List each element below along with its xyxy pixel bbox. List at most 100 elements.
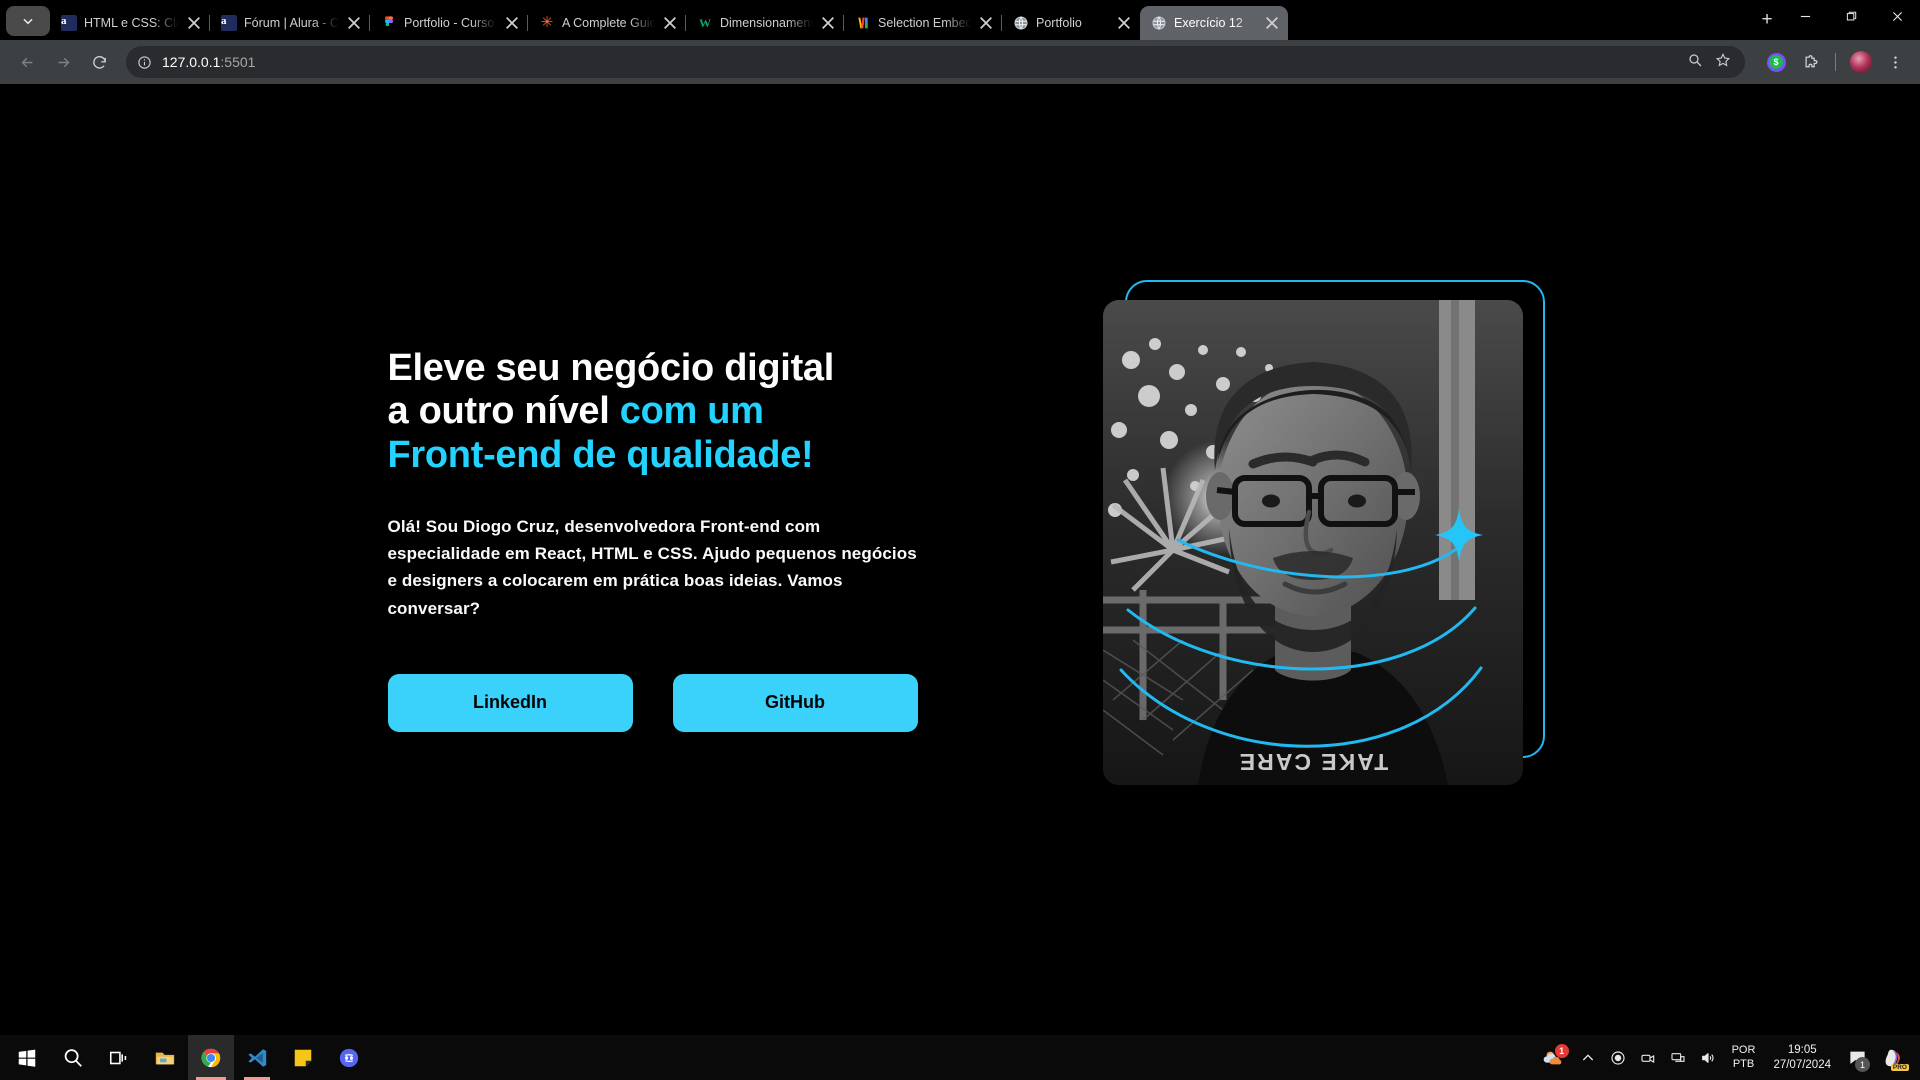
volume-icon	[1701, 1052, 1714, 1063]
reload-button[interactable]	[82, 45, 116, 79]
url-port: :5501	[220, 54, 256, 70]
close-window-button[interactable]	[1874, 0, 1920, 32]
tab-title: Portfolio	[1036, 16, 1082, 30]
task-view-button[interactable]	[96, 1035, 142, 1080]
maximize-button[interactable]	[1828, 0, 1874, 32]
tab-title: Selection Embed Code - G	[878, 16, 971, 30]
close-icon	[348, 17, 360, 29]
tab-close-button[interactable]	[186, 15, 202, 31]
language-indicator[interactable]: POR PTB	[1723, 1044, 1765, 1072]
chrome-button[interactable]	[188, 1035, 234, 1080]
browser-window: a HTML e CSS: Classes, posi a Fórum | Alura…	[0, 0, 1920, 1080]
notifications-button[interactable]: 1	[1840, 1035, 1874, 1080]
kebab-menu-icon	[1893, 55, 1897, 69]
extensions-button[interactable]	[1795, 47, 1825, 77]
tab-separator	[1001, 15, 1002, 31]
chevron-down-icon	[23, 18, 33, 25]
globe-icon	[1013, 15, 1029, 31]
tab-4[interactable]: W Dimensionamento de caix	[685, 6, 844, 40]
tab-6[interactable]: Portfolio	[1001, 6, 1140, 40]
address-bar[interactable]: 127.0.0.1:5501	[126, 46, 1745, 78]
sticky-note-icon	[294, 1049, 312, 1066]
network-button[interactable]	[1663, 1035, 1693, 1080]
close-icon	[822, 17, 834, 29]
tab-separator	[209, 15, 210, 31]
tab-close-button[interactable]	[820, 15, 836, 31]
network-icon	[1671, 1052, 1685, 1062]
portrait-photo-image: TAKE CARE	[1102, 299, 1523, 785]
tab-3[interactable]: ✳ A Complete Guide To Flexb	[527, 6, 686, 40]
tab-2[interactable]: Portfolio - Curso 1 (Copy)	[369, 6, 528, 40]
tab-close-button[interactable]	[978, 15, 994, 31]
tab-5[interactable]: Selection Embed Code - G	[843, 6, 1002, 40]
github-button[interactable]: GitHub	[672, 673, 918, 732]
svg-text:TAKE CARE: TAKE CARE	[1237, 749, 1387, 775]
minimize-icon	[1800, 15, 1810, 17]
minimize-button[interactable]	[1782, 0, 1828, 32]
search-button[interactable]	[50, 1035, 96, 1080]
info-circle-icon	[137, 55, 151, 69]
forward-button[interactable]	[46, 45, 80, 79]
tab-title: Exercício 12	[1174, 16, 1243, 30]
linkedin-button[interactable]: LinkedIn	[387, 673, 633, 732]
hero-text-column: Eleve seu negócio digital a outro nível …	[387, 347, 918, 732]
new-tab-button[interactable]: +	[1752, 5, 1782, 35]
tab-close-button[interactable]	[662, 15, 678, 31]
tab-title: Dimensionamento de caix	[720, 16, 813, 30]
copilot-button[interactable]: PRO	[1874, 1035, 1910, 1080]
camera-icon	[1641, 1054, 1654, 1063]
bookmark-button[interactable]	[1715, 52, 1731, 73]
close-icon	[1118, 17, 1130, 29]
tab-close-button[interactable]	[1264, 15, 1280, 31]
zoom-button[interactable]	[1687, 52, 1703, 73]
figma-icon	[381, 15, 397, 31]
tab-0[interactable]: a HTML e CSS: Classes, posi	[50, 6, 210, 40]
tab-strip: a HTML e CSS: Classes, posi a Fórum | Alura…	[0, 0, 1920, 40]
money-extension-icon: $	[1766, 52, 1786, 72]
clock-time: 19:05	[1787, 1044, 1817, 1057]
alura-icon: a	[221, 15, 237, 31]
vscode-button[interactable]	[234, 1035, 280, 1080]
language-line-1: POR	[1731, 1043, 1756, 1056]
tab-title: HTML e CSS: Classes, posi	[84, 16, 179, 30]
record-button[interactable]	[1603, 1035, 1633, 1080]
tab-close-button[interactable]	[1116, 15, 1132, 31]
discord-button[interactable]	[326, 1035, 372, 1080]
show-hidden-icons-button[interactable]	[1573, 1035, 1603, 1080]
title-line-2-highlight: com um	[619, 390, 764, 433]
profile-button[interactable]	[1846, 47, 1876, 77]
page-title: Eleve seu negócio digital a outro nível …	[388, 347, 918, 477]
tab-close-button[interactable]	[346, 15, 362, 31]
tab-search-button[interactable]	[6, 6, 50, 36]
start-button[interactable]	[4, 1035, 50, 1080]
chrome-menu-button[interactable]	[1880, 47, 1910, 77]
taskbar: 1 POR PTB 19:05 27/07/2024 1 PRO	[0, 1035, 1920, 1080]
close-icon	[506, 17, 518, 29]
alura-icon: a	[61, 15, 77, 31]
volume-button[interactable]	[1693, 1035, 1723, 1080]
title-line-1: Eleve seu negócio digital	[387, 347, 835, 390]
tab-7[interactable]: Exercício 12	[1140, 6, 1288, 40]
taskbar-items	[4, 1035, 372, 1080]
window-controls	[1782, 0, 1920, 40]
windows-icon	[18, 1049, 36, 1067]
close-icon	[980, 17, 992, 29]
back-button[interactable]	[10, 45, 44, 79]
system-tray: 1 POR PTB 19:05 27/07/2024 1 PRO	[1533, 1035, 1916, 1080]
chevron-up-icon	[1582, 1053, 1593, 1060]
new-tab-label: +	[1761, 9, 1773, 30]
site-info-button[interactable]	[134, 52, 154, 72]
money-extension-button[interactable]: $	[1761, 47, 1791, 77]
hero-section: Eleve seu negócio digital a outro nível …	[0, 84, 1920, 1035]
tab-list: a HTML e CSS: Classes, posi a Fórum | Alura…	[50, 0, 1746, 40]
tab-1[interactable]: a Fórum | Alura - Cursos onl	[209, 6, 370, 40]
tab-close-button[interactable]	[504, 15, 520, 31]
weather-button[interactable]: 1	[1533, 1035, 1573, 1080]
sticky-notes-button[interactable]	[280, 1035, 326, 1080]
camera-button[interactable]	[1633, 1035, 1663, 1080]
file-explorer-button[interactable]	[142, 1035, 188, 1080]
browser-toolbar: 127.0.0.1:5501 $	[0, 40, 1920, 84]
clock[interactable]: 19:05 27/07/2024	[1764, 1043, 1840, 1072]
omnibox-actions	[1687, 52, 1737, 73]
tab-separator	[527, 15, 528, 31]
